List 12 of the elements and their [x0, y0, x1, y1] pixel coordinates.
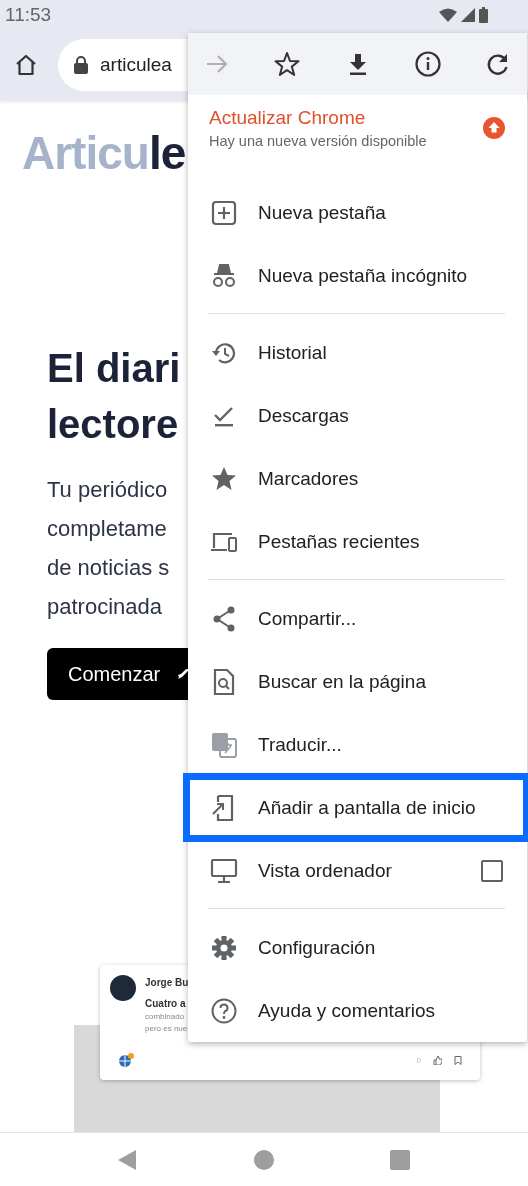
hero-text: de noticias s: [47, 554, 170, 582]
status-time: 11:53: [5, 4, 52, 26]
article-excerpt: combinado: [145, 1012, 185, 1021]
author-name: Jorge Bu: [145, 977, 189, 988]
article-title: Cuatro a: [145, 998, 186, 1009]
hero-text: Tu periódico: [47, 476, 168, 504]
hero-heading: lectore: [47, 401, 179, 448]
site-logo: Articule: [22, 126, 186, 180]
hero-text: patrocinada: [47, 593, 162, 621]
article-excerpt: pero es nue: [145, 1024, 188, 1033]
hero-heading: El diari: [47, 345, 181, 392]
hero-text: completame: [47, 515, 167, 543]
